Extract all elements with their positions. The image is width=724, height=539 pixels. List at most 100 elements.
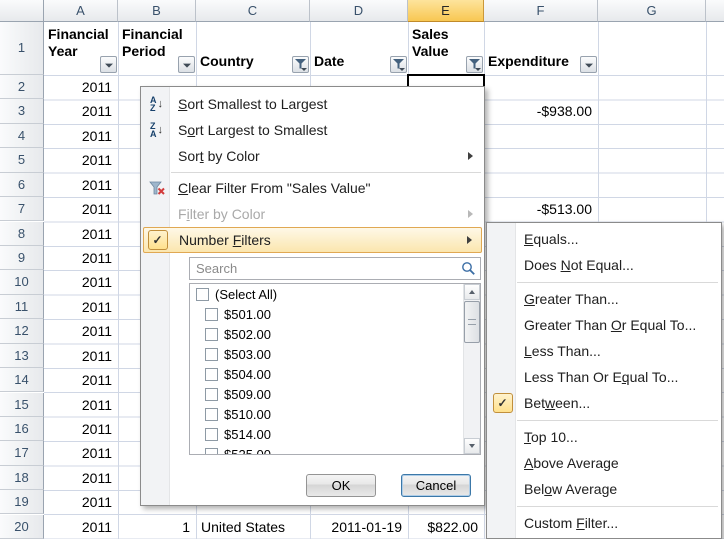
column-header-b[interactable]: B <box>118 0 196 22</box>
filter-value-select-all[interactable]: (Select All) <box>190 284 480 304</box>
header-cell-financial-period[interactable]: Financial Period <box>118 22 196 75</box>
menu-item-sort-largest-to-smallest[interactable]: ZA↓ Sort Largest to Smallest <box>143 117 482 143</box>
row-header-10[interactable]: 10 <box>0 270 44 294</box>
row-header-17[interactable]: 17 <box>0 441 44 465</box>
submenu-item-greater-than[interactable]: Greater Than... <box>489 286 719 312</box>
cell-a16[interactable]: 2011 <box>44 417 117 441</box>
checkbox[interactable] <box>196 288 209 301</box>
row-header-8[interactable]: 8 <box>0 222 44 246</box>
cancel-button[interactable]: Cancel <box>401 474 471 497</box>
cell-a4[interactable]: 2011 <box>44 124 117 148</box>
row-header-6[interactable]: 6 <box>0 173 44 197</box>
checkbox[interactable] <box>205 328 218 341</box>
header-cell-country[interactable]: Country <box>196 22 310 75</box>
filter-value-item[interactable]: $509.00 <box>190 384 480 404</box>
header-cell-expenditure[interactable]: Expenditure <box>484 22 598 75</box>
column-header-e[interactable]: E <box>408 0 484 22</box>
submenu-item-below-average[interactable]: Below Average <box>489 476 719 502</box>
row-header-18[interactable]: 18 <box>0 466 44 490</box>
column-header-c[interactable]: C <box>196 0 310 22</box>
submenu-item-custom-filter[interactable]: Custom Filter... <box>489 510 719 536</box>
checkbox[interactable] <box>205 448 218 456</box>
column-header-f[interactable]: F <box>484 0 598 22</box>
cell-a3[interactable]: 2011 <box>44 99 117 123</box>
cell-d20[interactable]: 2011-01-19 <box>310 515 407 539</box>
filter-value-item[interactable]: $503.00 <box>190 344 480 364</box>
cell-a20[interactable]: 2011 <box>44 515 117 539</box>
filter-value-item[interactable]: $525.00 <box>190 444 480 455</box>
row-header-12[interactable]: 12 <box>0 319 44 343</box>
cell-a2[interactable]: 2011 <box>44 75 117 99</box>
header-cell-financial-year[interactable]: Financial Year <box>44 22 118 75</box>
list-scrollbar[interactable] <box>463 284 480 454</box>
cell-a15[interactable]: 2011 <box>44 393 117 417</box>
cell-a8[interactable]: 2011 <box>44 222 117 246</box>
cell-a19[interactable]: 2011 <box>44 490 117 514</box>
submenu-item-equals[interactable]: Equals... <box>489 226 719 252</box>
cell-c20[interactable]: United States <box>197 515 309 539</box>
checkbox[interactable] <box>205 428 218 441</box>
filter-value-item[interactable]: $502.00 <box>190 324 480 344</box>
filter-button-financial-year[interactable] <box>100 56 117 73</box>
cell-a17[interactable]: 2011 <box>44 441 117 465</box>
submenu-item-greater-than-or-equal[interactable]: Greater Than Or Equal To... <box>489 312 719 338</box>
submenu-item-between[interactable]: ✓ Between... <box>489 390 719 416</box>
cell-a18[interactable]: 2011 <box>44 466 117 490</box>
header-cell-sales-value[interactable]: Sales Value <box>408 22 484 75</box>
cell-a6[interactable]: 2011 <box>44 173 117 197</box>
submenu-item-top-10[interactable]: Top 10... <box>489 424 719 450</box>
filter-button-financial-period[interactable] <box>178 56 195 73</box>
filter-value-item[interactable]: $510.00 <box>190 404 480 424</box>
submenu-item-less-than-or-equal[interactable]: Less Than Or Equal To... <box>489 364 719 390</box>
row-header-2[interactable]: 2 <box>0 75 44 99</box>
row-header-20[interactable]: 20 <box>0 515 44 539</box>
row-header-3[interactable]: 3 <box>0 99 44 123</box>
cell-a14[interactable]: 2011 <box>44 368 117 392</box>
row-header-7[interactable]: 7 <box>0 197 44 221</box>
row-header-4[interactable]: 4 <box>0 124 44 148</box>
row-header-19[interactable]: 19 <box>0 490 44 514</box>
cell-a12[interactable]: 2011 <box>44 319 117 343</box>
submenu-item-does-not-equal[interactable]: Does Not Equal... <box>489 252 719 278</box>
scrollbar-thumb[interactable] <box>464 301 480 343</box>
row-header-1[interactable]: 1 <box>0 22 44 75</box>
checkbox[interactable] <box>205 408 218 421</box>
menu-item-number-filters[interactable]: ✓ Number Filters <box>143 227 482 253</box>
cell-a11[interactable]: 2011 <box>44 295 117 319</box>
column-header-a[interactable]: A <box>44 0 118 22</box>
menu-item-clear-filter[interactable]: Clear Filter From "Sales Value" <box>143 175 482 201</box>
cell-e20[interactable]: $822.00 <box>408 515 483 539</box>
cell-a10[interactable]: 2011 <box>44 270 117 294</box>
scroll-down-button[interactable] <box>464 438 480 454</box>
cell-f7[interactable]: -$513.00 <box>484 197 597 221</box>
checkbox[interactable] <box>205 368 218 381</box>
submenu-item-less-than[interactable]: Less Than... <box>489 338 719 364</box>
cell-a5[interactable]: 2011 <box>44 148 117 172</box>
filter-value-item[interactable]: $504.00 <box>190 364 480 384</box>
filter-value-item[interactable]: $514.00 <box>190 424 480 444</box>
checkbox[interactable] <box>205 348 218 361</box>
row-header-16[interactable]: 16 <box>0 417 44 441</box>
row-header-11[interactable]: 11 <box>0 295 44 319</box>
menu-item-sort-smallest-to-largest[interactable]: AZ↓ Sort Smallest to Largest <box>143 91 482 117</box>
search-input[interactable] <box>189 257 481 280</box>
header-cell-date[interactable]: Date <box>310 22 408 75</box>
filter-button-sales-value[interactable] <box>466 56 483 73</box>
row-header-13[interactable]: 13 <box>0 344 44 368</box>
submenu-item-above-average[interactable]: Above Average <box>489 450 719 476</box>
filter-button-expenditure[interactable] <box>580 56 597 73</box>
search-icon[interactable] <box>461 261 476 276</box>
checkbox[interactable] <box>205 388 218 401</box>
row-header-14[interactable]: 14 <box>0 368 44 392</box>
filter-button-date[interactable] <box>390 56 407 73</box>
column-header-g[interactable]: G <box>598 0 706 22</box>
cell-a13[interactable]: 2011 <box>44 344 117 368</box>
column-header-d[interactable]: D <box>310 0 408 22</box>
row-header-9[interactable]: 9 <box>0 246 44 270</box>
cell-b20[interactable]: 1 <box>118 515 195 539</box>
scroll-up-button[interactable] <box>464 284 480 300</box>
filter-button-country[interactable] <box>292 56 309 73</box>
row-header-15[interactable]: 15 <box>0 393 44 417</box>
menu-item-sort-by-color[interactable]: Sort by Color <box>143 143 482 169</box>
row-header-5[interactable]: 5 <box>0 148 44 172</box>
